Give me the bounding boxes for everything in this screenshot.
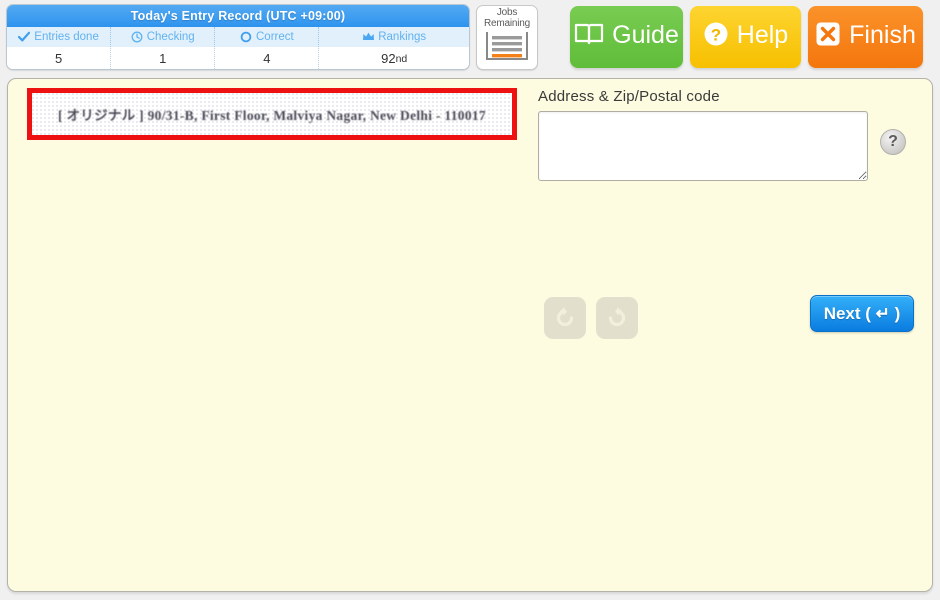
svg-text:?: ?: [711, 25, 721, 44]
jobs-remaining-label: Jobs Remaining: [477, 7, 537, 29]
entry-record-header-row: Entries done Checking Correct Rankings: [7, 27, 469, 48]
stat-header-label: Checking: [146, 31, 195, 43]
jobs-remaining-label-line1: Jobs: [496, 7, 518, 18]
book-icon: [574, 22, 604, 53]
stat-header-correct: Correct: [215, 27, 320, 47]
address-field-label: Address & Zip/Postal code: [538, 88, 720, 105]
help-button[interactable]: ? Help: [690, 6, 801, 68]
entry-record-values-row: 5 1 4 92nd: [7, 48, 469, 69]
guide-button-label: Guide: [612, 21, 679, 49]
task-panel: [ オリジナル ] 90/31-B, First Floor, Malviya …: [7, 78, 933, 592]
stat-value-rankings-suffix: nd: [395, 52, 408, 65]
help-button-label: Help: [736, 21, 789, 49]
stat-value-correct: 4: [215, 48, 320, 69]
address-input[interactable]: [538, 111, 868, 181]
finish-button[interactable]: Finish: [808, 6, 923, 68]
question-circle-icon: ?: [703, 21, 729, 54]
stat-value-checking: 1: [111, 48, 216, 69]
clock-icon: [131, 31, 143, 43]
jobs-remaining-button[interactable]: Jobs Remaining: [476, 5, 538, 70]
redo-arrow-icon: [604, 305, 630, 331]
scanned-address-highlight: [ オリジナル ] 90/31-B, First Floor, Malviya …: [27, 88, 517, 140]
redo-button[interactable]: [596, 297, 638, 339]
list-lines-icon: [484, 31, 530, 66]
stat-header-checking: Checking: [111, 27, 216, 47]
stat-header-label: Correct: [256, 31, 294, 43]
jobs-remaining-label-line2: Remaining: [483, 17, 530, 29]
stat-value-entries-done: 5: [7, 48, 112, 69]
entry-record-title: Today's Entry Record (UTC +09:00): [7, 5, 469, 27]
scanned-address-text: [ オリジナル ] 90/31-B, First Floor, Malviya …: [58, 108, 486, 123]
circle-icon: [240, 31, 252, 43]
crown-icon: [362, 31, 375, 43]
undo-arrow-icon: [552, 305, 578, 331]
stat-value-rankings: 92nd: [319, 48, 469, 69]
address-input-row: ?: [538, 111, 923, 181]
finish-button-label: Finish: [849, 21, 916, 49]
x-square-icon: [815, 21, 841, 54]
history-controls: [544, 297, 638, 339]
stat-header-label: Entries done: [34, 31, 99, 43]
next-button[interactable]: Next ( ↵ ): [810, 295, 914, 332]
stat-header-label: Rankings: [378, 31, 427, 43]
entry-form: Address & Zip/Postal code ?: [538, 88, 923, 181]
check-icon: [18, 31, 31, 43]
guide-button[interactable]: Guide: [570, 6, 683, 68]
top-bar: Today's Entry Record (UTC +09:00) Entrie…: [0, 0, 940, 76]
stat-header-rankings: Rankings: [319, 27, 469, 47]
stat-header-entries-done: Entries done: [7, 27, 112, 47]
field-help-icon[interactable]: ?: [880, 129, 906, 155]
undo-button[interactable]: [544, 297, 586, 339]
entry-record-card: Today's Entry Record (UTC +09:00) Entrie…: [6, 4, 470, 70]
stat-value-rankings-number: 92: [381, 51, 396, 66]
